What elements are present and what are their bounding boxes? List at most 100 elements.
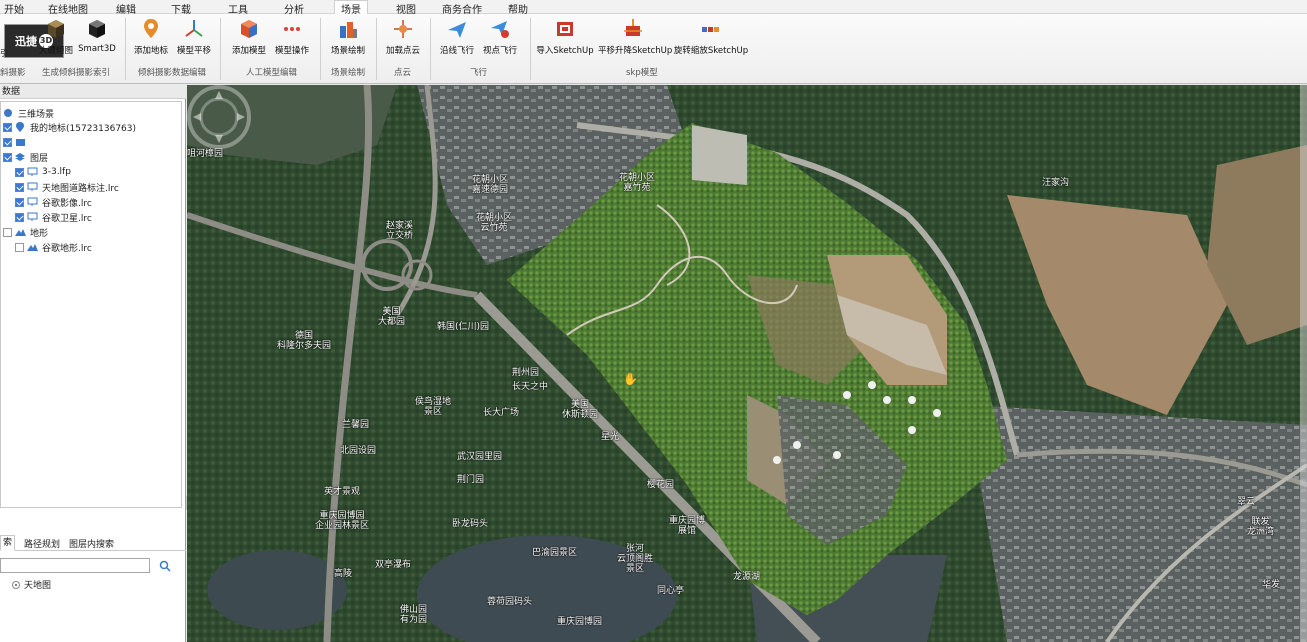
ribbon-toolbar: 迅捷 3D 引 大疆倾图 Smart3D 添加地标 模型平移 添加模型 模型操作… — [0, 14, 1307, 84]
tree-checkbox[interactable] — [3, 227, 12, 237]
tree-node-folder[interactable] — [3, 135, 30, 149]
map-label: 重庆园博园 — [557, 617, 603, 627]
tree-node-layers[interactable]: 图层 — [3, 150, 48, 164]
dji-icon — [48, 20, 64, 38]
tab-route-planning[interactable]: 路径规划 — [22, 537, 62, 550]
map-label: 荆门园 — [457, 475, 485, 485]
tree-checkbox[interactable] — [15, 197, 24, 207]
group-label-manual-model: 人工模型编辑 — [246, 68, 298, 78]
tree-node-tianditu-roads[interactable]: 天地图道路标注.lrc — [15, 180, 119, 194]
model-ops-icon — [284, 27, 300, 31]
map-label: 武汉园里园 — [457, 452, 503, 462]
tab-layer-search[interactable]: 图层内搜索 — [67, 537, 116, 550]
map-label: 樱花园 — [647, 480, 675, 490]
cube-icon — [241, 20, 257, 38]
map-source-radio[interactable]: 天地图 — [12, 578, 51, 591]
map-label: 美国 休斯顿园 — [562, 400, 599, 420]
tree-node-google-satellite[interactable]: 谷歌卫星.lrc — [15, 210, 92, 224]
tree-node-scene[interactable]: 三维场景 — [3, 106, 54, 120]
map-label: 侯鸟湿地 景区 — [415, 397, 452, 417]
tree-checkbox[interactable] — [3, 122, 12, 132]
tree-node-google-terrain[interactable]: 谷歌地形.lrc — [15, 240, 92, 254]
radio-button[interactable] — [12, 580, 20, 589]
group-label-oblique-partial: 斜摄影 — [0, 68, 26, 78]
sketchup-rotate-icon — [702, 27, 719, 32]
tree-label: 地形 — [30, 228, 49, 239]
group-label-scene-draw: 场景绘制 — [331, 68, 366, 78]
smart3d-button[interactable]: Smart3D — [66, 18, 128, 54]
map-label: 龙源湖 — [733, 572, 761, 582]
rotate-scale-sketchup-button[interactable]: 旋转缩放SketchUp — [673, 18, 749, 56]
map-label: 卧龙码头 — [452, 519, 489, 529]
map-label: 联发 龙洲湾 — [1247, 517, 1275, 537]
tree-checkbox[interactable] — [15, 182, 24, 192]
terrain-icon — [15, 229, 26, 236]
import-sketchup-button[interactable]: 导入SketchUp — [533, 18, 597, 56]
map-label: 北园设园 — [340, 446, 377, 456]
map-label: 韩国(仁川)园 — [437, 322, 490, 332]
buildings-icon — [340, 22, 357, 38]
load-pointcloud-button[interactable]: 加载点云 — [372, 18, 434, 56]
map-label: 长天之中 — [512, 382, 549, 392]
map-viewport[interactable]: 咀河樟园 花朝小区 嘉速德园 花朝小区 嘉竹苑 花朝小区 云竹苑 赵家溪 立交桥… — [187, 85, 1307, 642]
map-label: 英才景观 — [324, 487, 361, 497]
tree-checkbox[interactable] — [15, 212, 24, 222]
radio-label: 天地图 — [24, 581, 52, 591]
axes-icon — [185, 20, 203, 37]
tree-checkbox[interactable] — [15, 242, 24, 252]
group-label-index: 生成倾斜摄影索引 — [42, 68, 111, 78]
scene-icon — [4, 109, 12, 117]
monitor-icon — [27, 197, 38, 206]
tree-checkbox[interactable] — [3, 137, 12, 147]
map-label: 咀河樟园 — [187, 149, 224, 159]
navigation-compass-icon[interactable] — [187, 85, 251, 149]
viewpoint-fly-label: 视点飞行 — [482, 46, 517, 56]
monitor-icon — [27, 182, 38, 191]
monitor-icon — [27, 167, 38, 176]
tree-label: 天地图道路标注.lrc — [42, 183, 119, 194]
tree-node-lfp[interactable]: 3-3.lfp — [15, 165, 71, 179]
scene-draw-button[interactable]: 场景绘制 — [317, 18, 379, 56]
tree-checkbox[interactable] — [3, 152, 12, 162]
sketchup-import-icon — [557, 22, 573, 36]
tab-search[interactable]: 索 — [0, 535, 16, 551]
map-label: 荆州园 — [512, 368, 540, 378]
model-pan-button[interactable]: 模型平移 — [163, 18, 225, 56]
search-icon[interactable] — [158, 559, 172, 573]
map-label: 星光 — [601, 432, 620, 442]
tree-node-terrain[interactable]: 地形 — [3, 225, 48, 239]
data-panel: 数据 三维场景 我的地标(15723136763) 图层 3-3.lfp 天地图… — [0, 85, 186, 642]
map-label: 蓉荷园码头 — [487, 597, 533, 607]
terrain-icon — [27, 244, 38, 251]
map-label: 翠云 — [1237, 497, 1256, 507]
layers-icon — [15, 153, 25, 161]
partial-button-label: 引 — [0, 49, 9, 59]
smart3d-label: Smart3D — [78, 44, 116, 54]
viewpoint-plane-icon — [491, 21, 509, 38]
map-label: 华发 — [1262, 580, 1281, 590]
layer-tree: 三维场景 我的地标(15723136763) 图层 3-3.lfp 天地图道路标… — [0, 101, 182, 508]
tree-node-google-imagery[interactable]: 谷歌影像.lrc — [15, 195, 92, 209]
rotate-scale-sketchup-label: 旋转缩放SketchUp — [673, 46, 749, 56]
smart3d-icon — [89, 20, 105, 38]
satellite-imagery — [187, 85, 1307, 642]
map-label: 重庆园博 展馆 — [669, 516, 706, 536]
tree-node-my-landmarks[interactable]: 我的地标(15723136763) — [3, 120, 136, 134]
map-scrollbar[interactable] — [1300, 85, 1307, 642]
group-label-pointcloud: 点云 — [394, 68, 412, 78]
tree-checkbox[interactable] — [15, 167, 24, 177]
menu-scene[interactable]: 场景 — [334, 0, 368, 16]
group-label-skp: skp模型 — [626, 68, 658, 78]
tree-label: 三维场景 — [18, 109, 55, 120]
tree-label: 3-3.lfp — [42, 167, 71, 177]
panel-title: 数据 — [0, 85, 186, 99]
model-ops-button[interactable]: 模型操作 — [261, 18, 323, 56]
pan-lift-sketchup-button[interactable]: 平移升降SketchUp — [598, 18, 673, 56]
plane-icon — [448, 22, 466, 38]
map-label: 美国 大都园 — [378, 307, 406, 327]
search-input[interactable] — [0, 558, 150, 573]
viewpoint-fly-button[interactable]: 视点飞行 — [469, 18, 531, 56]
model-pan-label: 模型平移 — [176, 46, 211, 56]
import-sketchup-label: 导入SketchUp — [536, 46, 594, 56]
pan-lift-sketchup-label: 平移升降SketchUp — [598, 46, 673, 56]
